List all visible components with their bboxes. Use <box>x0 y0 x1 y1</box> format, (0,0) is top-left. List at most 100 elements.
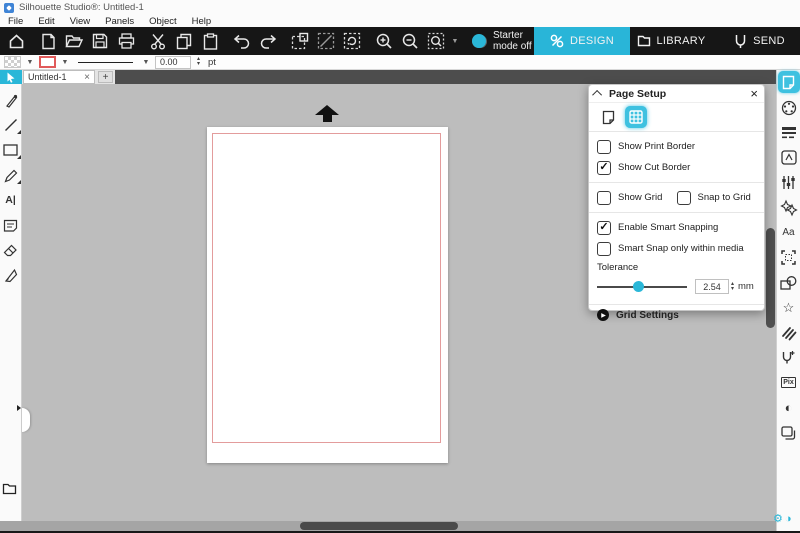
snap-to-grid-checkbox[interactable] <box>677 191 691 205</box>
note-tool[interactable] <box>2 217 20 233</box>
paste-icon[interactable] <box>197 27 223 55</box>
panel-tabs <box>589 103 764 132</box>
print-icon[interactable] <box>113 27 139 55</box>
show-print-border-checkbox[interactable] <box>597 140 611 154</box>
panel-header[interactable]: Page Setup × <box>589 85 764 103</box>
undo-icon[interactable] <box>229 27 255 55</box>
horizontal-scrollbar[interactable] <box>22 521 776 531</box>
enable-smart-snapping-row[interactable]: ✓ Enable Smart Snapping <box>597 217 756 238</box>
snap-to-grid-row[interactable]: Snap to Grid <box>677 191 757 205</box>
smart-snap-media-checkbox[interactable] <box>597 242 611 256</box>
knife-tool[interactable] <box>2 267 20 283</box>
send-panel-icon[interactable] <box>778 347 800 368</box>
fill-swatch[interactable] <box>4 56 21 68</box>
vertical-scrollbar[interactable] <box>766 228 775 328</box>
design-page[interactable] <box>207 127 448 463</box>
pixscan-panel-icon[interactable]: Pix <box>778 372 800 393</box>
clear-selection-icon[interactable] <box>313 27 339 55</box>
snap-to-grid-label: Snap to Grid <box>698 192 751 203</box>
text-tool[interactable]: A| <box>2 192 20 208</box>
line-color-swatch[interactable] <box>39 56 56 68</box>
tab-design[interactable]: DESIGN <box>534 27 630 55</box>
replicate-panel-icon[interactable] <box>778 422 800 443</box>
line-weight-input[interactable]: 0.00 <box>155 56 191 69</box>
copy-icon[interactable] <box>171 27 197 55</box>
preferences-icon[interactable]: ⚙ <box>773 514 783 525</box>
document-tab[interactable]: Untitled-1 × <box>23 70 95 84</box>
zoom-out-icon[interactable] <box>397 27 423 55</box>
expand-arrow-icon: ▶ <box>597 309 609 321</box>
fill-dropdown-icon[interactable]: ▼ <box>25 59 35 66</box>
theme-icon[interactable]: ◑ <box>785 514 792 525</box>
tolerance-slider[interactable] <box>597 286 687 288</box>
trace-panel-icon[interactable]: ◐ <box>778 397 800 418</box>
menu-file[interactable]: File <box>8 16 23 27</box>
new-tab-button[interactable]: + <box>98 71 113 83</box>
enable-smart-snapping-checkbox[interactable]: ✓ <box>597 221 611 235</box>
show-print-border-label: Show Print Border <box>618 141 695 152</box>
fill-pattern-panel-icon[interactable] <box>778 147 800 168</box>
menu-edit[interactable]: Edit <box>38 16 54 27</box>
rectangle-tool[interactable] <box>2 142 20 158</box>
text-style-panel-icon[interactable]: Aa <box>778 222 800 243</box>
tab-send[interactable]: SEND <box>712 27 800 55</box>
tolerance-unit: mm <box>738 281 754 292</box>
show-grid-checkbox[interactable] <box>597 191 611 205</box>
zoom-in-icon[interactable] <box>371 27 397 55</box>
duplicate-selection-icon[interactable] <box>287 27 313 55</box>
object-edit-panel-icon[interactable] <box>778 272 800 293</box>
fill-panel-icon[interactable] <box>778 97 800 118</box>
line-tool[interactable] <box>2 117 20 133</box>
tolerance-slider-thumb[interactable] <box>633 281 644 292</box>
rotate-selection-icon[interactable] <box>339 27 365 55</box>
line-weight-stepper[interactable]: ▴ ▾ <box>197 57 200 67</box>
home-icon[interactable] <box>3 27 29 55</box>
cut-icon[interactable] <box>145 27 171 55</box>
eraser-tool[interactable] <box>2 242 20 258</box>
line-color-dropdown-icon[interactable]: ▼ <box>60 59 70 66</box>
tolerance-input[interactable]: 2.54 <box>695 279 729 294</box>
horizontal-scrollbar-thumb[interactable] <box>300 522 458 530</box>
save-icon[interactable] <box>87 27 113 55</box>
media-feed-arrow <box>315 105 339 122</box>
menu-object[interactable]: Object <box>149 16 176 27</box>
smart-snap-media-row[interactable]: Smart Snap only within media <box>597 238 756 259</box>
offset-panel-icon[interactable]: ☆ <box>778 297 800 318</box>
redo-icon[interactable] <box>255 27 281 55</box>
tab-library[interactable]: LIBRARY <box>630 27 712 55</box>
transfer-panel-icon[interactable] <box>778 172 800 193</box>
show-print-border-row[interactable]: Show Print Border <box>597 136 756 157</box>
flyout-arrow-icon[interactable] <box>17 405 21 411</box>
collapse-chevron-icon[interactable] <box>592 90 602 100</box>
library-flyout-icon[interactable] <box>2 482 17 500</box>
point-edit-tool[interactable] <box>2 92 20 108</box>
modify-panel-icon[interactable] <box>778 197 800 218</box>
line-style-panel-icon[interactable] <box>778 122 800 143</box>
scale-panel-icon[interactable] <box>778 247 800 268</box>
stepper-down-icon[interactable]: ▾ <box>197 62 200 67</box>
menu-panels[interactable]: Panels <box>105 16 134 27</box>
open-icon[interactable] <box>61 27 87 55</box>
draw-tool[interactable] <box>2 167 20 183</box>
line-style-dropdown-icon[interactable]: ▼ <box>141 59 151 66</box>
grid-settings-expander[interactable]: ▶ Grid Settings <box>589 305 764 325</box>
grid-tab-icon[interactable] <box>625 106 647 128</box>
tab-close-icon[interactable]: × <box>84 72 90 83</box>
tolerance-stepper[interactable]: ▴ ▾ <box>731 282 734 292</box>
stepper-down-icon[interactable]: ▾ <box>731 287 734 292</box>
menu-view[interactable]: View <box>70 16 90 27</box>
show-grid-row[interactable]: Show Grid <box>597 191 677 205</box>
show-cut-border-row[interactable]: ✓ Show Cut Border <box>597 157 756 178</box>
menu-help[interactable]: Help <box>192 16 212 27</box>
drag-zoom-icon[interactable] <box>423 27 449 55</box>
starter-mode-toggle[interactable] <box>472 35 487 48</box>
page-setup-panel-icon[interactable] <box>778 71 800 93</box>
line-style-preview[interactable] <box>78 62 133 63</box>
show-cut-border-checkbox[interactable]: ✓ <box>597 161 611 175</box>
sketch-panel-icon[interactable] <box>778 322 800 343</box>
zoom-options-dropdown-icon[interactable]: ▼ <box>449 38 461 45</box>
starter-mode-label: Starter mode off <box>493 30 534 52</box>
panel-close-icon[interactable]: × <box>750 87 758 100</box>
page-tab-icon[interactable] <box>599 108 617 126</box>
new-document-icon[interactable] <box>35 27 61 55</box>
